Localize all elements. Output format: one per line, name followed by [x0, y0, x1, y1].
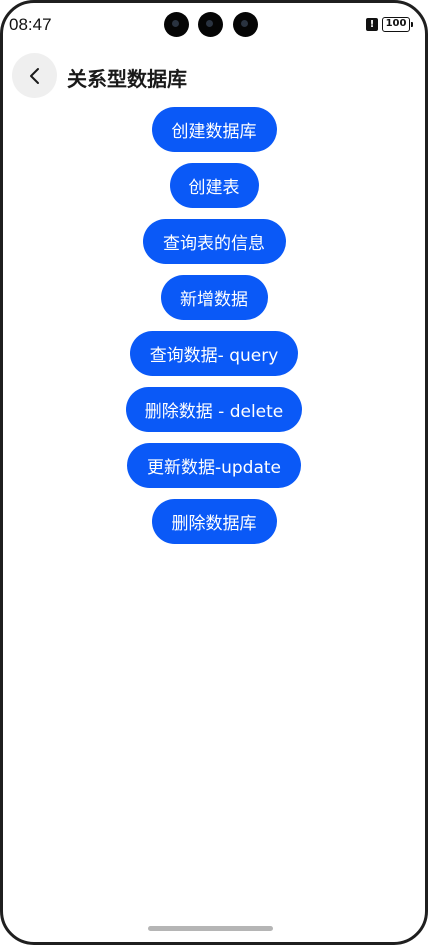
delete-database-button[interactable]: 删除数据库 — [151, 499, 277, 544]
status-time: 08:47 — [9, 15, 52, 34]
create-table-button[interactable]: 创建表 — [169, 163, 259, 208]
delete-data-button[interactable]: 删除数据 - delete — [126, 387, 302, 432]
front-camera-icon — [164, 12, 189, 37]
action-button-list: 创建数据库 创建表 查询表的信息 新增数据 查询数据- query 删除数据 -… — [0, 107, 428, 555]
front-camera-icon — [233, 12, 258, 37]
battery-icon: 100 — [382, 17, 413, 32]
status-bar: 08:47 ! 100 — [0, 0, 428, 50]
battery-level: 100 — [385, 18, 407, 29]
query-data-button[interactable]: 查询数据- query — [130, 331, 298, 376]
chevron-left-icon — [29, 67, 39, 84]
alert-icon: ! — [366, 18, 378, 31]
front-camera-icon — [198, 12, 223, 37]
page-header: 关系型数据库 — [0, 52, 428, 100]
home-indicator[interactable] — [148, 926, 273, 931]
insert-data-button[interactable]: 新增数据 — [160, 275, 268, 320]
back-button[interactable] — [12, 53, 57, 98]
create-database-button[interactable]: 创建数据库 — [151, 107, 277, 152]
update-data-button[interactable]: 更新数据-update — [127, 443, 301, 488]
page-title: 关系型数据库 — [67, 67, 187, 91]
query-table-info-button[interactable]: 查询表的信息 — [142, 219, 286, 264]
